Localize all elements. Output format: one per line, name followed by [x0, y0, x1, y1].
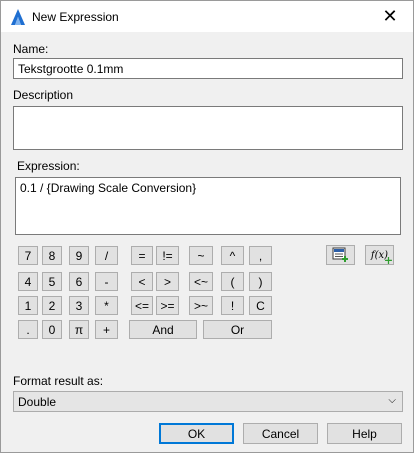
autocad-app-icon	[11, 9, 25, 25]
cancel-button[interactable]: Cancel	[243, 423, 318, 444]
key-4[interactable]: 4	[18, 272, 38, 291]
key-6[interactable]: 6	[69, 272, 89, 291]
key-open-paren[interactable]: (	[221, 272, 244, 291]
format-selected-value: Double	[18, 395, 57, 409]
close-icon: ✕	[382, 6, 398, 26]
key-5[interactable]: 5	[42, 272, 62, 291]
key-power[interactable]: ^	[221, 246, 244, 265]
key-plus[interactable]: +	[95, 320, 118, 339]
key-decimal[interactable]: .	[18, 320, 38, 339]
format-select[interactable]: Double ⌵	[13, 391, 403, 412]
key-2[interactable]: 2	[42, 296, 62, 315]
ok-button[interactable]: OK	[159, 423, 234, 444]
key-less-approx[interactable]: <~	[189, 272, 213, 291]
key-clear[interactable]: C	[249, 296, 272, 315]
key-equal[interactable]: =	[131, 246, 153, 265]
format-label: Format result as:	[13, 374, 104, 388]
key-minus[interactable]: -	[95, 272, 118, 291]
key-7[interactable]: 7	[18, 246, 38, 265]
key-approx[interactable]: ~	[189, 246, 213, 265]
key-divide[interactable]: /	[95, 246, 118, 265]
key-not[interactable]: !	[221, 296, 244, 315]
insert-function-button[interactable]: f(x) +	[365, 245, 394, 267]
chevron-down-icon: ⌵	[388, 395, 396, 406]
dialog-title: New Expression	[32, 10, 119, 24]
title-bar: New Expression ✕	[1, 1, 413, 32]
key-multiply[interactable]: *	[95, 296, 118, 315]
key-and[interactable]: And	[129, 320, 197, 339]
key-close-paren[interactable]: )	[249, 272, 272, 291]
close-button[interactable]: ✕	[367, 1, 413, 32]
expression-label: Expression:	[17, 159, 80, 173]
key-less-equal[interactable]: <=	[131, 296, 153, 315]
insert-function-icon: f(x) +	[370, 249, 394, 267]
expression-field[interactable]: 0.1 / {Drawing Scale Conversion}	[15, 177, 401, 235]
insert-property-button[interactable]	[326, 245, 355, 265]
key-0[interactable]: 0	[42, 320, 62, 339]
key-3[interactable]: 3	[69, 296, 89, 315]
key-8[interactable]: 8	[42, 246, 62, 265]
key-pi[interactable]: π	[69, 320, 89, 339]
key-greater-approx[interactable]: >~	[189, 296, 213, 315]
description-label: Description	[13, 88, 74, 102]
key-comma[interactable]: ,	[249, 246, 272, 265]
name-label: Name:	[13, 42, 49, 56]
key-greater-equal[interactable]: >=	[156, 296, 179, 315]
key-9[interactable]: 9	[69, 246, 89, 265]
help-button[interactable]: Help	[327, 423, 402, 444]
key-not-equal[interactable]: !=	[156, 246, 179, 265]
description-field[interactable]	[13, 106, 403, 150]
key-or[interactable]: Or	[203, 320, 272, 339]
key-greater-than[interactable]: >	[156, 272, 179, 291]
key-less-than[interactable]: <	[131, 272, 153, 291]
name-field[interactable]: Tekstgrootte 0.1mm	[13, 58, 403, 79]
key-1[interactable]: 1	[18, 296, 38, 315]
new-expression-dialog: New Expression ✕ Name: Tekstgrootte 0.1m…	[0, 0, 414, 453]
insert-property-icon	[332, 247, 348, 262]
